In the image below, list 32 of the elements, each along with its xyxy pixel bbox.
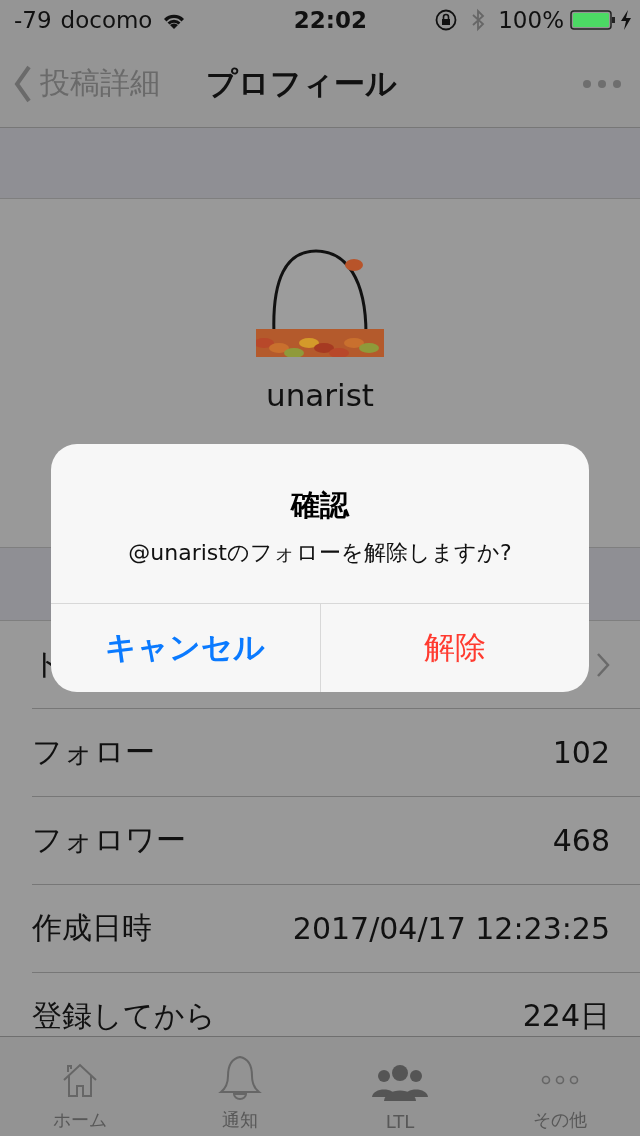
cancel-button[interactable]: キャンセル <box>51 604 320 692</box>
dialog-title: 確認 <box>291 487 349 524</box>
signal-strength: -79 <box>14 7 52 33</box>
battery-percent: 100% <box>498 7 564 33</box>
bluetooth-icon <box>470 8 487 32</box>
more-icon <box>540 1075 580 1085</box>
people-icon <box>372 1063 428 1103</box>
chevron-left-icon <box>14 63 32 104</box>
row-label: フォロワー <box>32 821 186 859</box>
row-value: 2017/04/17 12:23:25 <box>292 911 610 946</box>
tab-item[interactable]: ホーム <box>0 1037 160 1136</box>
row-value: 224日 <box>522 997 610 1035</box>
tab-item[interactable]: 通知 <box>160 1037 320 1136</box>
row-value: 102 <box>552 735 610 770</box>
chevron-right-icon <box>596 651 610 678</box>
rotation-lock-icon <box>434 8 459 32</box>
bell-icon <box>217 1054 263 1100</box>
unfollow-button[interactable]: 解除 <box>319 604 589 692</box>
row-label: フォロー <box>32 733 155 771</box>
display-name: unarist <box>266 377 374 413</box>
carrier-name: docomo <box>60 7 153 33</box>
tab-item[interactable]: その他 <box>480 1037 640 1136</box>
tab-item[interactable]: LTL <box>320 1037 480 1136</box>
row-value: 468 <box>552 823 610 858</box>
dialog-message: @unaristのフォローを解除しますか? <box>128 539 512 567</box>
charging-icon <box>620 10 632 30</box>
row-label: 登録してから <box>32 997 216 1035</box>
battery-icon <box>570 10 616 30</box>
more-icon[interactable] <box>582 78 622 89</box>
screen-title: プロフィール <box>206 63 397 103</box>
row-label: 作成日時 <box>32 909 152 947</box>
clock-time: 22:02 <box>293 7 367 33</box>
